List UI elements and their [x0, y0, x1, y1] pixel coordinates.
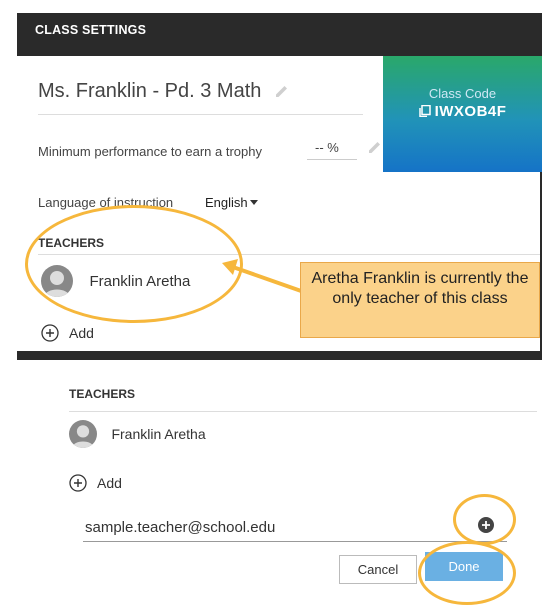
plus-circle-icon: [41, 324, 59, 342]
add-teacher-button[interactable]: Add: [69, 474, 122, 492]
divider: [69, 411, 537, 412]
min-performance-value[interactable]: -- %: [315, 140, 339, 155]
add-label: Add: [97, 475, 122, 491]
class-code-label: Class Code: [428, 86, 497, 101]
avatar-icon: [41, 265, 73, 297]
teacher-row: Franklin Aretha: [69, 420, 206, 448]
teacher-name: Franklin Aretha: [111, 426, 206, 442]
caret-down-icon: [249, 200, 258, 205]
language-label: Language of instruction: [38, 195, 174, 210]
teachers-heading: TEACHERS: [69, 387, 136, 401]
language-value: English: [205, 195, 248, 210]
teachers-heading: TEACHERS: [38, 236, 105, 250]
add-email-plus-icon[interactable]: [477, 516, 495, 534]
class-code-box: Class Code IWXOB4F: [383, 56, 542, 172]
edit-pencil-icon[interactable]: [273, 83, 291, 101]
avatar-icon: [69, 420, 97, 448]
teacher-row: Franklin Aretha: [41, 265, 190, 299]
class-name-underline: [38, 114, 363, 115]
language-select[interactable]: English: [205, 195, 258, 210]
panel-title: CLASS SETTINGS: [35, 23, 147, 37]
class-name: Ms. Franklin - Pd. 3 Math: [38, 80, 291, 103]
done-button[interactable]: Done: [425, 552, 503, 581]
class-code-value[interactable]: IWXOB4F: [383, 103, 542, 120]
add-label: Add: [69, 325, 94, 341]
callout-box: Aretha Franklin is currently the only te…: [300, 262, 540, 338]
min-performance-label: Minimum performance to earn a trophy: [38, 144, 262, 159]
plus-circle-icon: [69, 474, 87, 492]
teacher-email-input[interactable]: [83, 513, 507, 542]
class-code-text: IWXOB4F: [434, 103, 507, 120]
cancel-button[interactable]: Cancel: [339, 555, 417, 584]
copy-icon[interactable]: [418, 104, 431, 118]
class-name-text: Ms. Franklin - Pd. 3 Math: [38, 80, 262, 102]
edit-pencil-icon[interactable]: [366, 139, 384, 157]
teacher-name: Franklin Aretha: [89, 272, 191, 290]
add-teacher-button[interactable]: Add: [41, 324, 94, 342]
divider: [38, 254, 540, 255]
min-performance-underline: [307, 159, 357, 160]
